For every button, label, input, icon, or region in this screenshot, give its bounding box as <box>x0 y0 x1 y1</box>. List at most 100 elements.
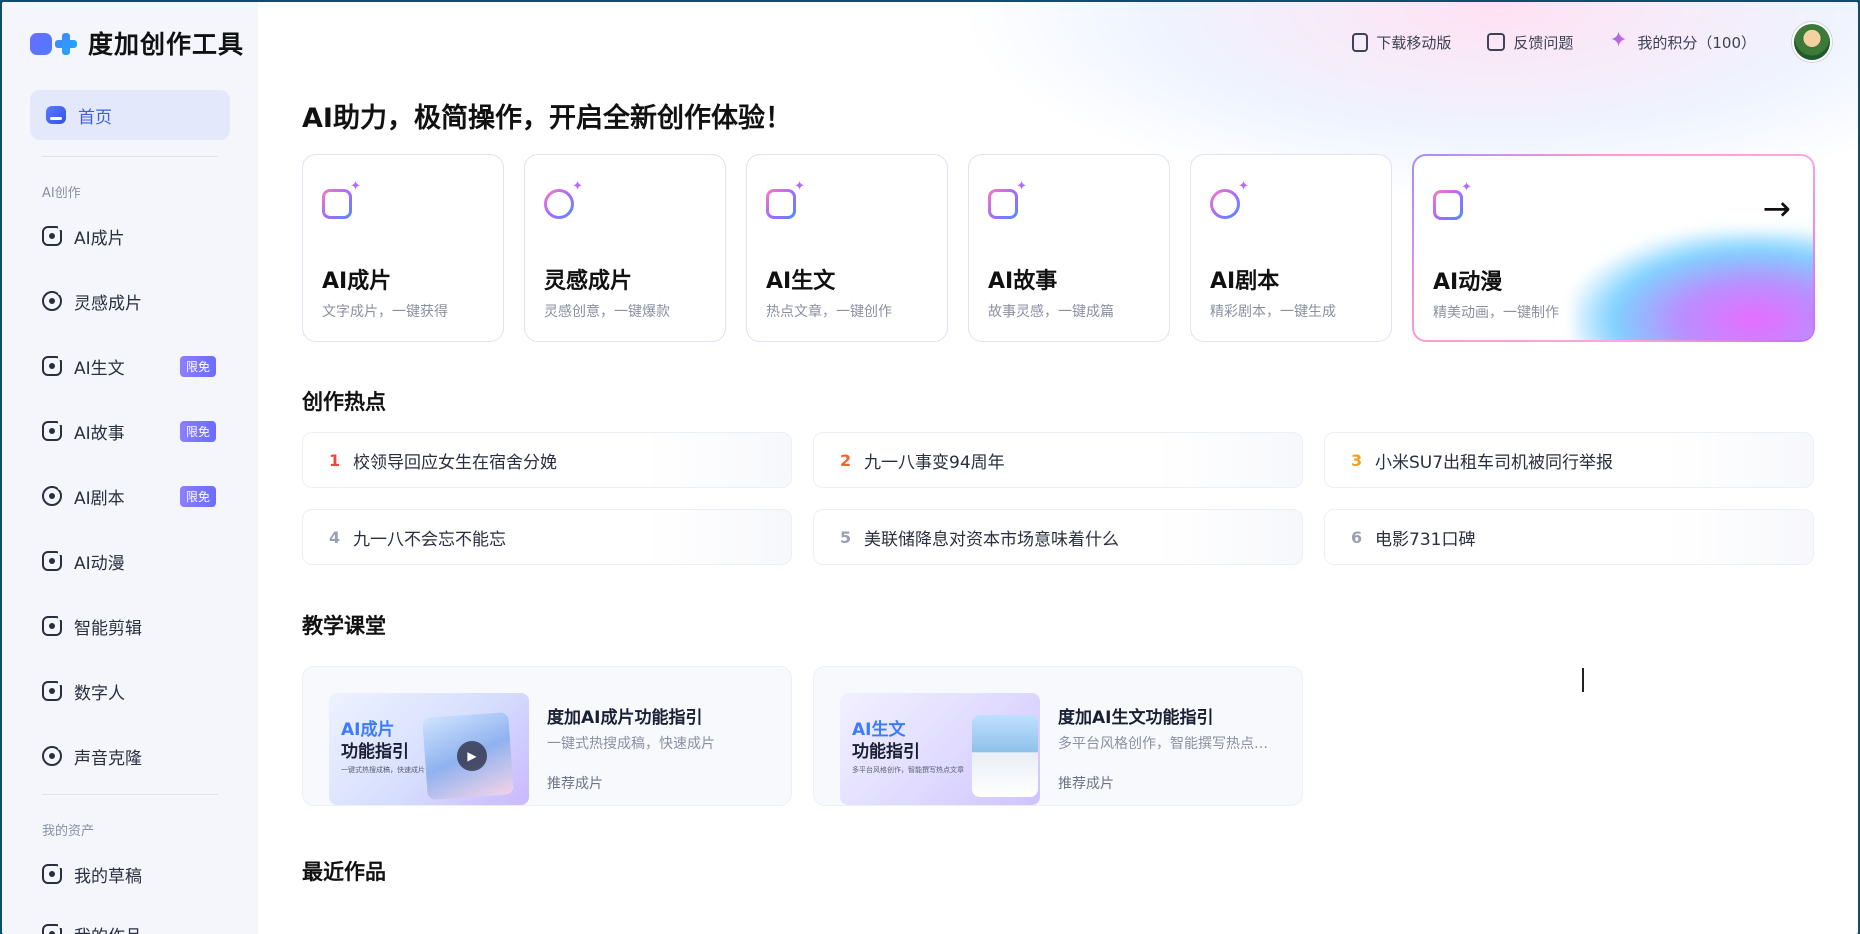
points-label: 我的积分（100） <box>1637 33 1756 52</box>
sidebar-item-smart-edit[interactable]: 智能剪辑 <box>42 606 218 646</box>
hot-rank: 1 <box>329 450 341 470</box>
sidebar-item-label: 我的草稿 <box>74 866 142 887</box>
edit-icon <box>1487 33 1506 51</box>
palette-icon <box>42 484 64 506</box>
sidebar: 度加创作工具 首页 AI创作 AI成片 灵感成片 AI生文 限免 AI故事 限免 <box>2 2 258 934</box>
sidebar-item-label: 声音克隆 <box>74 748 142 769</box>
feature-card-ai-story[interactable]: AI故事 故事灵感，一键成篇 <box>968 154 1170 342</box>
sidebar-item-ai-story[interactable]: AI故事 限免 <box>42 411 218 451</box>
lesson-subtitle: 一键式热搜成稿，快速成片 <box>547 736 715 752</box>
sidebar-item-voice-clone[interactable]: 声音克隆 <box>42 736 218 776</box>
hot-topic-item[interactable]: 4 九一八不会忘不能忘 <box>302 509 792 565</box>
play-icon[interactable]: ▶ <box>457 741 487 771</box>
hot-topic-item[interactable]: 2 九一八事变94周年 <box>813 432 1303 488</box>
play-icon <box>322 179 361 219</box>
card-title: AI动漫 <box>1433 270 1503 295</box>
sidebar-item-ai-script[interactable]: AI剧本 限免 <box>42 476 218 516</box>
hot-topic-item[interactable]: 5 美联储降息对资本市场意味着什么 <box>813 509 1303 565</box>
feature-card-inspiration[interactable]: 灵感成片 灵感创意，一键爆款 <box>524 154 726 342</box>
hot-rank: 3 <box>1351 450 1363 470</box>
thumb-caption: 一键式热搜成稿，快速成片 <box>341 766 425 774</box>
article-illustration <box>972 715 1038 797</box>
thumb-subtitle: 功能指引 <box>852 742 920 762</box>
thumb-caption: 多平台风格创作，智能撰写热点文章 <box>852 766 964 774</box>
feature-card-ai-text[interactable]: AI生文 热点文章，一键创作 <box>746 154 948 342</box>
sidebar-item-digital-human[interactable]: 数字人 <box>42 671 218 711</box>
sidebar-item-ai-text[interactable]: AI生文 限免 <box>42 346 218 386</box>
lesson-card-ai-video[interactable]: AI成片 功能指引 一键式热搜成稿，快速成片 ▶ 度加AI成片功能指引 一键式热… <box>302 666 792 806</box>
sidebar-item-ai-anime[interactable]: AI动漫 <box>42 541 218 581</box>
hot-topic-text: 九一八事变94周年 <box>864 452 1005 473</box>
sidebar-item-home[interactable]: 首页 <box>30 90 230 140</box>
app-window: 度加创作工具 首页 AI创作 AI成片 灵感成片 AI生文 限免 AI故事 限免 <box>2 2 1858 934</box>
avatar[interactable] <box>1792 22 1832 62</box>
section-title-class: 教学课堂 <box>302 614 386 638</box>
smile-icon <box>42 549 64 571</box>
logo[interactable]: 度加创作工具 <box>30 26 244 60</box>
card-subtitle: 文字成片，一键获得 <box>322 304 448 320</box>
lesson-tag: 推荐成片 <box>1058 776 1114 792</box>
section-label-assets: 我的资产 <box>42 824 95 839</box>
book-icon <box>988 179 1027 219</box>
sidebar-item-label: 数字人 <box>74 683 125 704</box>
lesson-thumbnail[interactable]: AI生文 功能指引 多平台风格创作，智能撰写热点文章 <box>840 693 1040 805</box>
hot-topic-text: 九一八不会忘不能忘 <box>353 529 506 550</box>
logo-mark <box>30 28 80 58</box>
hot-topic-text: 小米SU7出租车司机被同行举报 <box>1375 452 1614 473</box>
sidebar-item-label: AI故事 <box>74 423 125 444</box>
feedback-link[interactable]: 反馈问题 <box>1487 32 1573 53</box>
smile-icon <box>1433 180 1472 220</box>
sidebar-item-inspiration[interactable]: 灵感成片 <box>42 281 218 321</box>
book-icon <box>42 419 64 441</box>
phone-icon <box>1352 32 1369 52</box>
free-badge: 限免 <box>179 355 216 377</box>
sidebar-item-label: AI动漫 <box>74 553 125 574</box>
sidebar-item-label: AI剧本 <box>74 488 125 509</box>
hot-topic-text: 美联储降息对资本市场意味着什么 <box>864 529 1119 550</box>
hot-topic-item[interactable]: 6 电影731口碑 <box>1324 509 1814 565</box>
lesson-thumbnail[interactable]: AI成片 功能指引 一键式热搜成稿，快速成片 ▶ <box>329 693 529 805</box>
card-title: 灵感成片 <box>544 269 633 294</box>
free-badge: 限免 <box>179 420 216 442</box>
sidebar-item-ai-video[interactable]: AI成片 <box>42 216 218 256</box>
sparkle-icon <box>1609 28 1629 53</box>
topbar: 下载移动版 反馈问题 我的积分（100） <box>1352 22 1858 62</box>
thumb-subtitle: 功能指引 <box>341 742 409 762</box>
section-title-hot: 创作热点 <box>302 390 386 414</box>
sidebar-item-drafts[interactable]: 我的草稿 <box>42 854 218 894</box>
feature-card-ai-script[interactable]: AI剧本 精彩剧本，一键生成 <box>1190 154 1392 342</box>
sidebar-item-label: AI生文 <box>74 358 125 379</box>
page-headline: AI助力，极简操作，开启全新创作体验！ <box>302 103 792 134</box>
text-icon <box>42 354 64 376</box>
feature-card-ai-video[interactable]: AI成片 文字成片，一键获得 <box>302 154 504 342</box>
card-title: AI故事 <box>988 269 1058 294</box>
divider <box>42 794 218 795</box>
lesson-card-ai-text[interactable]: AI生文 功能指引 多平台风格创作，智能撰写热点文章 度加AI生文功能指引 多平… <box>813 666 1303 806</box>
hot-rank: 2 <box>840 450 852 470</box>
lesson-title: 度加AI生文功能指引 <box>1058 708 1214 728</box>
bulb-icon <box>544 179 583 219</box>
person-icon <box>42 679 64 701</box>
divider <box>42 156 218 157</box>
hot-topic-item[interactable]: 1 校领导回应女生在宿舍分娩 <box>302 432 792 488</box>
arrow-right-icon: → <box>1762 189 1792 229</box>
download-mobile-label: 下载移动版 <box>1376 33 1452 52</box>
feature-card-ai-anime[interactable]: → AI动漫 精美动画，一键制作 <box>1412 154 1815 342</box>
gradient-decoration <box>1573 230 1813 340</box>
home-icon <box>46 106 66 124</box>
free-badge: 限免 <box>179 485 216 507</box>
card-subtitle: 热点文章，一键创作 <box>766 304 892 320</box>
card-title: AI剧本 <box>1210 269 1280 294</box>
bulb-icon <box>42 289 64 311</box>
sidebar-item-label: 我的作品 <box>74 922 142 934</box>
sidebar-item-label: 智能剪辑 <box>74 618 142 639</box>
hot-topic-item[interactable]: 3 小米SU7出租车司机被同行举报 <box>1324 432 1814 488</box>
text-icon <box>766 179 805 219</box>
card-subtitle: 灵感创意，一键爆款 <box>544 304 670 320</box>
draft-icon <box>42 862 64 884</box>
sidebar-item-label: AI成片 <box>74 228 125 249</box>
sidebar-item-works[interactable]: 我的作品 <box>42 914 218 934</box>
points-link[interactable]: 我的积分（100） <box>1609 28 1756 53</box>
download-mobile-link[interactable]: 下载移动版 <box>1352 32 1451 53</box>
section-label-ai: AI创作 <box>42 186 81 201</box>
